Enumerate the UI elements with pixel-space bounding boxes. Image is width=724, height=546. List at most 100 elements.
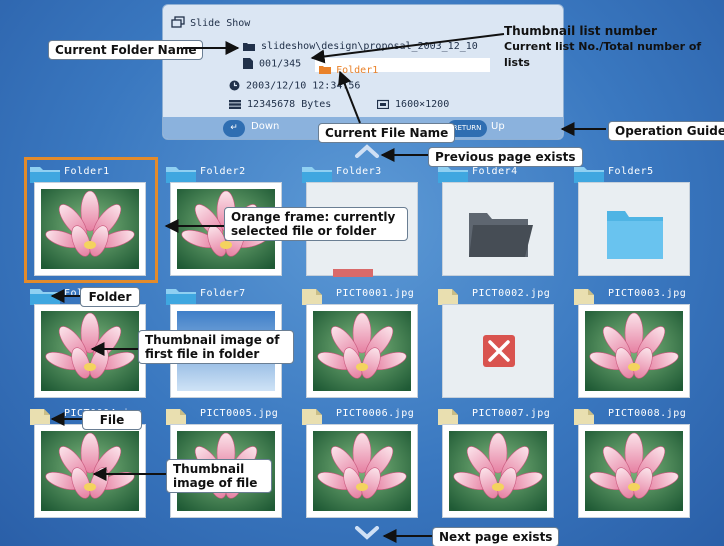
enter-key-icon: ↵ <box>223 120 245 137</box>
item-tab: Folder3 <box>302 163 422 183</box>
page-icon <box>243 58 253 69</box>
callout-current-file-name: Current File Name <box>318 123 456 143</box>
callout-thumbnail-first-file-line1: Thumbnail image of <box>145 333 280 347</box>
item-label: PICT0003.jpg <box>608 288 687 299</box>
callout-previous-page: Previous page exists <box>428 147 583 167</box>
file-tab-icon <box>302 289 322 305</box>
item-label: Folder4 <box>472 166 518 177</box>
thumbnail-image <box>585 311 683 391</box>
current-file-field: Folder1 <box>315 58 490 76</box>
item-label: PICT0006.jpg <box>336 408 415 419</box>
flower-photo <box>41 311 139 391</box>
callout-thumbnail-of-file-line1: Thumbnail <box>173 462 245 476</box>
file-tab-icon <box>438 409 458 425</box>
current-folder-path: slideshow\design\proposal_2003_12_10 <box>261 41 478 52</box>
callout-thumbnail-first-file: Thumbnail image of first file in folder <box>138 330 294 364</box>
resolution-row: 1600×1200 <box>377 99 449 110</box>
folder-tab-icon <box>166 289 196 305</box>
callout-orange-frame-line1: Orange frame: currently <box>231 210 396 224</box>
item-tab: Folder7 <box>166 285 286 305</box>
thumbnail-frame <box>34 424 146 518</box>
item-tab: PICT0006.jpg <box>302 405 422 425</box>
folder-light-preview <box>579 183 689 275</box>
resolution-icon <box>377 99 389 109</box>
callout-thumbnail-list-number-line2: Current list No./Total number of lists <box>504 40 702 69</box>
selection-frame <box>24 157 158 283</box>
file-counter-row: 001/345 <box>243 58 301 70</box>
callout-thumbnail-list-number-line1: Thumbnail list number <box>504 24 657 38</box>
slideshow-icon <box>171 15 185 28</box>
folder-light-icon <box>607 211 663 259</box>
file-thumbnail[interactable]: PICT0008.jpg <box>574 405 694 525</box>
folder-tab-icon <box>166 167 196 183</box>
file-thumbnail[interactable]: PICT0006.jpg <box>302 405 422 525</box>
folder-dark-preview <box>443 183 553 275</box>
file-tab-icon <box>438 289 458 305</box>
file-size: 12345678 Bytes <box>247 99 332 110</box>
flower-photo <box>449 431 547 511</box>
folder-thumbnail[interactable]: Folder5 <box>574 163 694 283</box>
folder-tab-icon <box>302 167 332 183</box>
thumbnail-frame <box>578 182 690 276</box>
thumbnail-frame <box>442 182 554 276</box>
file-thumbnail[interactable]: PICT0002.jpg <box>438 285 558 405</box>
item-tab: PICT0007.jpg <box>438 405 558 425</box>
callout-file: File <box>82 410 142 430</box>
flower-photo <box>313 311 411 391</box>
thumbnail-frame <box>34 304 146 398</box>
flower-photo <box>41 431 139 511</box>
callout-orange-frame: Orange frame: currently selected file or… <box>224 207 408 241</box>
file-thumbnail[interactable]: PICT0001.jpg <box>302 285 422 405</box>
next-page-chevron-icon[interactable] <box>354 526 380 540</box>
file-counter: 001/345 <box>259 58 302 70</box>
storage-icon <box>229 100 241 109</box>
folder-orange-icon <box>319 65 331 74</box>
folder-thumbnail[interactable]: Folder4 <box>438 163 558 283</box>
item-label: PICT0002.jpg <box>472 288 551 299</box>
callout-operation-guide: Operation Guide <box>608 121 724 141</box>
thumbnail-image <box>585 431 683 511</box>
item-label: Folder7 <box>200 288 246 299</box>
thumbnail-image <box>41 311 139 391</box>
thumbnail-image <box>313 431 411 511</box>
flower-photo <box>585 431 683 511</box>
thumbnail-frame <box>306 424 418 518</box>
item-tab: PICT0008.jpg <box>574 405 694 425</box>
item-label: PICT0001.jpg <box>336 288 415 299</box>
datetime-row: 2003/12/10 12:34:56 <box>229 80 360 92</box>
item-label: PICT0005.jpg <box>200 408 279 419</box>
thumbnail-image <box>41 431 139 511</box>
item-label: PICT0007.jpg <box>472 408 551 419</box>
folder-dark-icon <box>469 213 533 257</box>
item-label: Folder2 <box>200 166 246 177</box>
callout-thumbnail-list-number: Thumbnail list number Current list No./T… <box>498 21 724 73</box>
file-thumbnail[interactable]: PICT0003.jpg <box>574 285 694 405</box>
file-tab-icon <box>574 409 594 425</box>
callout-next-page: Next page exists <box>432 527 560 546</box>
previous-page-chevron-icon[interactable] <box>354 144 380 158</box>
callout-thumbnail-of-file: Thumbnail image of file <box>166 459 272 493</box>
slideshow-title-row: Slide Show <box>171 11 250 30</box>
callout-orange-frame-line2: selected file or folder <box>231 224 377 238</box>
thumbnail-image <box>449 431 547 511</box>
file-tab-icon <box>574 289 594 305</box>
thumbnail-frame <box>578 304 690 398</box>
thumbnail-frame <box>442 304 554 398</box>
folder-path-row: slideshow\design\proposal_2003_12_10 <box>243 41 478 52</box>
file-thumbnail[interactable]: PICT0007.jpg <box>438 405 558 525</box>
file-datetime: 2003/12/10 12:34:56 <box>246 80 361 92</box>
thumbnail-frame <box>306 304 418 398</box>
thumbnail-image <box>313 311 411 391</box>
flower-photo <box>313 431 411 511</box>
callout-current-folder-name: Current Folder Name <box>48 40 204 60</box>
guide-down-label: Down <box>251 121 280 132</box>
error-x-icon <box>483 335 515 367</box>
item-label: Folder5 <box>608 166 654 177</box>
guide-up-label: Up <box>491 121 505 132</box>
image-resolution: 1600×1200 <box>395 99 450 110</box>
panel-title: Slide Show <box>190 18 251 29</box>
folder-small-icon <box>243 43 255 51</box>
folder-tab-icon <box>30 289 60 305</box>
item-label: PICT0008.jpg <box>608 408 687 419</box>
item-tab: Folder2 <box>166 163 286 183</box>
